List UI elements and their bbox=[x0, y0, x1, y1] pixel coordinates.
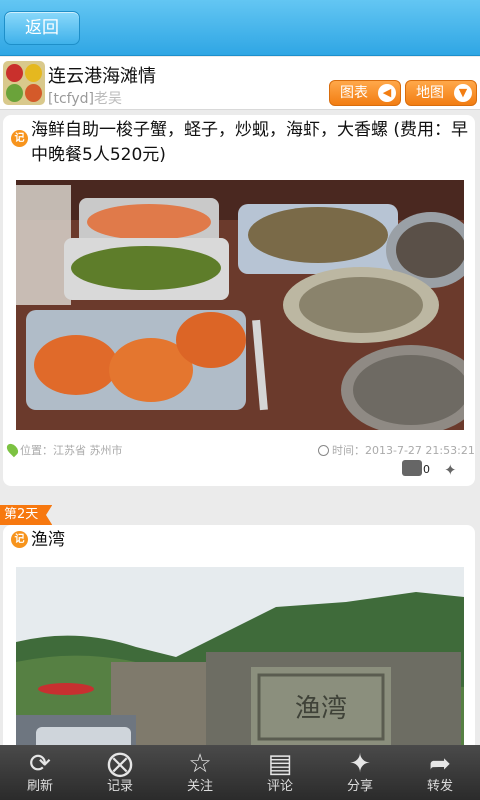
top-bar: 返回 bbox=[0, 0, 480, 56]
back-button[interactable]: 返回 bbox=[4, 11, 80, 45]
comment-button[interactable]: ▤ 评论 bbox=[240, 745, 320, 800]
refresh-icon: ⟳ bbox=[29, 749, 51, 779]
stone-inscription: 渔湾 bbox=[295, 694, 347, 724]
comment-label: 评论 bbox=[266, 779, 293, 794]
star-icon: ☆ bbox=[188, 749, 212, 779]
record-label: 记录 bbox=[106, 779, 133, 794]
follow-button[interactable]: ☆ 关注 bbox=[160, 745, 240, 800]
bay-photo: 渔湾 bbox=[16, 567, 464, 765]
share-icon[interactable]: ✦ bbox=[444, 461, 457, 479]
entry-text: 海鲜自助一梭子蟹，蛏子，炒蚬，海虾，大香螺 (费用：早中晚餐5人520元) bbox=[31, 120, 469, 165]
day-label: 第2天 bbox=[0, 505, 53, 525]
comment-icon: ▤ bbox=[267, 749, 293, 779]
author-name: 老吴 bbox=[93, 91, 122, 107]
record-button[interactable]: ⨂ 记录 bbox=[80, 745, 160, 800]
entry-location: 位置：江苏省 苏州市 bbox=[4, 441, 123, 458]
refresh-label: 刷新 bbox=[26, 779, 53, 794]
entry-photo[interactable] bbox=[16, 180, 464, 430]
share-icon: ✦ bbox=[349, 749, 371, 779]
entry-text: 渔湾 bbox=[31, 530, 65, 550]
journal-entry[interactable]: 记 海鲜自助一梭子蟹，蛏子，炒蚬，海虾，大香螺 (费用：早中晚餐5人520元) bbox=[3, 115, 475, 486]
bottom-toolbar: ⟳ 刷新 ⨂ 记录 ☆ 关注 ▤ 评论 ✦ 分享 ➦ 转发 bbox=[0, 745, 480, 800]
record-icon: ⨂ bbox=[107, 749, 133, 779]
comment-count: 0 bbox=[423, 463, 430, 476]
comment-icon[interactable] bbox=[402, 460, 422, 476]
chart-button[interactable]: 图表 ◀ bbox=[329, 80, 401, 106]
forward-icon: ➦ bbox=[429, 749, 451, 779]
entry-time: 时间：2013-7-27 21:53:21 bbox=[318, 442, 475, 458]
trip-author[interactable]: [tcfyd]老吴 bbox=[48, 88, 122, 108]
entry-photo[interactable]: 渔湾 bbox=[16, 567, 464, 765]
forward-button[interactable]: ➦ 转发 bbox=[400, 745, 480, 800]
share-label: 分享 bbox=[346, 779, 373, 794]
forward-label: 转发 bbox=[426, 779, 453, 794]
journal-entry[interactable]: 记 渔湾 渔湾 bbox=[3, 525, 475, 765]
refresh-button[interactable]: ⟳ 刷新 bbox=[0, 745, 80, 800]
trip-title: 连云港海滩情 bbox=[48, 66, 156, 87]
follow-label: 关注 bbox=[186, 779, 213, 794]
chart-button-label: 图表 bbox=[340, 85, 368, 101]
author-id: [tcfyd] bbox=[48, 91, 94, 107]
trip-thumbnail[interactable] bbox=[3, 61, 45, 105]
journal-badge-icon: 记 bbox=[11, 130, 28, 147]
clock-icon bbox=[318, 445, 329, 456]
arrow-left-icon: ◀ bbox=[378, 84, 396, 102]
map-button-label: 地图 bbox=[416, 85, 444, 101]
journal-badge-icon: 记 bbox=[11, 531, 28, 548]
map-button[interactable]: 地图 ▼ bbox=[405, 80, 477, 106]
seafood-photo bbox=[16, 180, 464, 430]
chevron-down-icon: ▼ bbox=[454, 84, 472, 102]
share-button[interactable]: ✦ 分享 bbox=[320, 745, 400, 800]
location-pin-icon bbox=[4, 441, 21, 458]
